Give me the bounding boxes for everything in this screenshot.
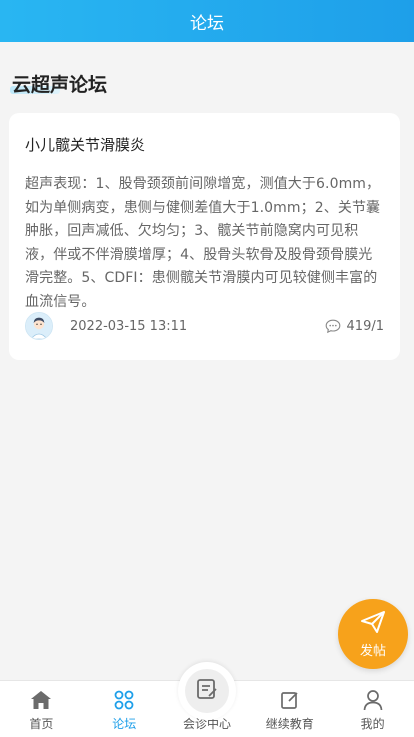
home-icon — [30, 687, 52, 713]
post-stats: 419/1 — [325, 319, 384, 334]
nav-label-education: 继续教育 — [265, 717, 314, 731]
user-icon — [363, 687, 383, 713]
edit-note-icon — [195, 677, 219, 705]
post-date: 2022-03-15 13:11 — [70, 318, 188, 334]
nav-item-profile[interactable]: 我的 — [331, 681, 414, 737]
nav-label-forum: 论坛 — [112, 717, 137, 731]
nav-item-education[interactable]: 继续教育 — [248, 681, 331, 737]
post-title[interactable]: 小儿髋关节滑膜炎 — [25, 134, 384, 155]
page-title: 论坛 — [190, 13, 224, 34]
nav-label-profile: 我的 — [360, 717, 385, 731]
nav-label-home: 首页 — [29, 717, 54, 731]
new-post-button[interactable]: 发帖 — [338, 599, 408, 669]
post-stats-value: 419/1 — [346, 318, 384, 334]
section-title: 云超声论坛 — [12, 74, 108, 96]
nav-item-forum[interactable]: 论坛 — [83, 681, 166, 737]
grid-icon — [114, 687, 134, 713]
doctor-avatar-icon[interactable] — [25, 312, 53, 340]
paper-plane-icon — [360, 610, 386, 638]
nav-item-home[interactable]: 首页 — [0, 681, 83, 737]
top-bar: 论坛 — [0, 0, 414, 42]
post-footer: 2022-03-15 13:11 419/1 — [25, 312, 384, 340]
new-post-label: 发帖 — [359, 643, 386, 659]
comment-bubble-icon — [325, 319, 341, 334]
consultation-center-button[interactable] — [178, 662, 236, 720]
post-card[interactable]: 小儿髋关节滑膜炎 超声表现：1、股骨颈颈前间隙增宽，测值大于6.0mm，如为单侧… — [9, 113, 400, 360]
post-body: 超声表现：1、股骨颈颈前间隙增宽，测值大于6.0mm，如为单侧病变，患侧与健侧差… — [25, 176, 381, 310]
edit-square-icon — [280, 687, 300, 713]
